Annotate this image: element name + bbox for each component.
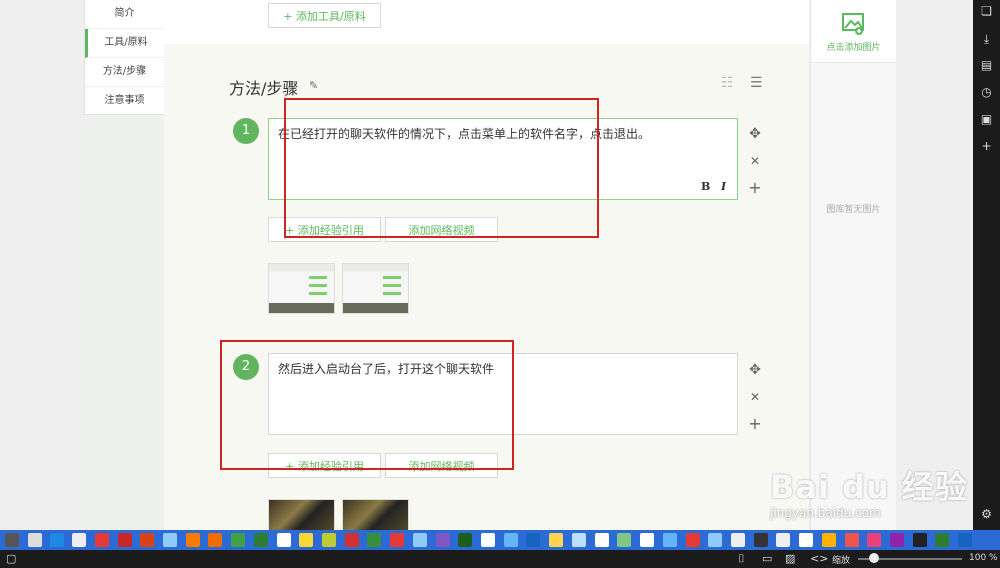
taskbar-app-icon[interactable] [5, 533, 19, 547]
taskbar-app-icon[interactable] [867, 533, 881, 547]
taskbar-app-icon[interactable] [935, 533, 949, 547]
section-title: 方法/步骤 [229, 79, 299, 98]
camera-icon[interactable]: ⌷ [738, 552, 745, 566]
taskbar-app-icon[interactable] [28, 533, 42, 547]
fullscreen-icon[interactable]: ▭ [762, 552, 772, 565]
add-image-label: 点击添加图片 [826, 43, 881, 53]
annotation-box [284, 98, 599, 238]
taskbar-app-icon[interactable] [186, 533, 200, 547]
taskbar-app-icon[interactable] [72, 533, 86, 547]
nav-item-steps[interactable]: 方法/步骤 [85, 58, 164, 87]
step-image-thumbnail[interactable] [268, 499, 335, 532]
taskbar-app-icon[interactable] [140, 533, 154, 547]
nav-item-intro[interactable]: 简介 [85, 0, 164, 29]
zoom-value: 100 % [969, 553, 998, 563]
taskbar-app-icon[interactable] [776, 533, 790, 547]
add-icon[interactable]: + [973, 139, 1000, 153]
taskbar-app-icon[interactable] [231, 533, 245, 547]
taskbar-app-icon[interactable] [686, 533, 700, 547]
status-bar: ▢ ⌷ ▭ ▨ <> 缩放 100 % [0, 550, 1000, 568]
delete-step-icon[interactable]: ✕ [747, 154, 763, 168]
move-handle-icon[interactable]: ✥ [747, 126, 763, 142]
settings-gear-icon[interactable]: ⚙ [973, 507, 1000, 521]
taskbar-app-icon[interactable] [504, 533, 518, 547]
add-tool-button[interactable]: + 添加工具/原料 [268, 3, 381, 28]
taskbar-app-icon[interactable] [958, 533, 972, 547]
watermark-brand: Bai du 经验 [770, 468, 968, 506]
add-image-icon [842, 13, 864, 35]
step-image-thumbnail[interactable] [268, 263, 335, 314]
taskbar-app-icon[interactable] [50, 533, 64, 547]
taskbar-app-icon[interactable] [277, 533, 291, 547]
taskbar-app-icon[interactable] [799, 533, 813, 547]
taskbar-app-icon[interactable] [95, 533, 109, 547]
taskbar-app-icon[interactable] [413, 533, 427, 547]
taskbar-app-icon[interactable] [617, 533, 631, 547]
taskbar-app-icon[interactable] [640, 533, 654, 547]
taskbar-app-icon[interactable] [390, 533, 404, 547]
image-icon[interactable]: ▨ [785, 552, 795, 565]
download-icon[interactable]: ⤓ [973, 32, 1000, 47]
right-background [895, 0, 973, 530]
empty-library-label: 图库暂无图片 [826, 205, 881, 215]
window-icon[interactable]: ▣ [973, 112, 1000, 126]
taskbar-app-icon[interactable] [708, 533, 722, 547]
move-handle-icon[interactable]: ✥ [747, 362, 763, 378]
zoom-label: 缩放 [832, 556, 851, 566]
bookmark-icon[interactable]: ❏ [973, 4, 1000, 18]
taskbar-app-icon[interactable] [299, 533, 313, 547]
taskbar-app-icon[interactable] [595, 533, 609, 547]
annotation-box [220, 340, 514, 470]
nav-item-tools[interactable]: 工具/原料 [85, 29, 164, 58]
step-number: 1 [233, 118, 259, 144]
taskbar-app-icon[interactable] [208, 533, 222, 547]
taskbar-app-icon[interactable] [367, 533, 381, 547]
history-icon[interactable]: ◷ [973, 85, 1000, 99]
baidu-watermark: Bai du 经验 jingyan.baidu.com [770, 462, 970, 532]
left-background [0, 0, 84, 530]
taskbar-app-icon[interactable] [822, 533, 836, 547]
unordered-list-icon[interactable]: ☰ [750, 75, 763, 91]
taskbar-app-icon[interactable] [913, 533, 927, 547]
document-icon[interactable]: ▤ [973, 58, 1000, 72]
image-library-panel: 点击添加图片 图库暂无图片 [810, 0, 896, 530]
window-layout-icon[interactable]: ▢ [6, 552, 16, 565]
zoom-slider-knob[interactable] [868, 553, 879, 563]
left-nav: 简介 工具/原料 方法/步骤 注意事项 [84, 0, 165, 116]
tools-section [164, 0, 809, 44]
add-step-icon[interactable]: + [747, 414, 763, 433]
add-step-icon[interactable]: + [747, 178, 763, 197]
taskbar-app-icon[interactable] [458, 533, 472, 547]
taskbar-app-icon[interactable] [572, 533, 586, 547]
taskbar-app-icon[interactable] [754, 533, 768, 547]
add-image-button[interactable]: 点击添加图片 [811, 0, 896, 63]
taskbar-app-icon[interactable] [436, 533, 450, 547]
edit-pencil-icon[interactable]: ✎ [309, 79, 318, 92]
watermark-url: jingyan.baidu.com [770, 506, 881, 520]
taskbar-app-icon[interactable] [118, 533, 132, 547]
bold-button[interactable]: B [701, 180, 710, 193]
taskbar-app-icon[interactable] [549, 533, 563, 547]
taskbar-app-icon[interactable] [254, 533, 268, 547]
taskbar-app-icon[interactable] [481, 533, 495, 547]
italic-button[interactable]: I [721, 180, 726, 193]
step-image-thumbnail[interactable] [342, 263, 409, 314]
code-icon[interactable]: <> [810, 552, 828, 565]
taskbar-app-icon[interactable] [322, 533, 336, 547]
step-image-thumbnail[interactable] [342, 499, 409, 532]
taskbar [0, 530, 1000, 550]
taskbar-app-icon[interactable] [345, 533, 359, 547]
taskbar-app-icon[interactable] [845, 533, 859, 547]
taskbar-app-icon[interactable] [163, 533, 177, 547]
ordered-list-icon[interactable]: ☷ [721, 75, 734, 91]
taskbar-app-icon[interactable] [663, 533, 677, 547]
taskbar-app-icon[interactable] [731, 533, 745, 547]
taskbar-app-icon[interactable] [526, 533, 540, 547]
nav-item-notes[interactable]: 注意事项 [85, 87, 164, 116]
delete-step-icon[interactable]: ✕ [747, 390, 763, 404]
right-toolbar: ❏ ⤓ ▤ ◷ ▣ + ⚙ [973, 0, 1000, 530]
taskbar-app-icon[interactable] [890, 533, 904, 547]
